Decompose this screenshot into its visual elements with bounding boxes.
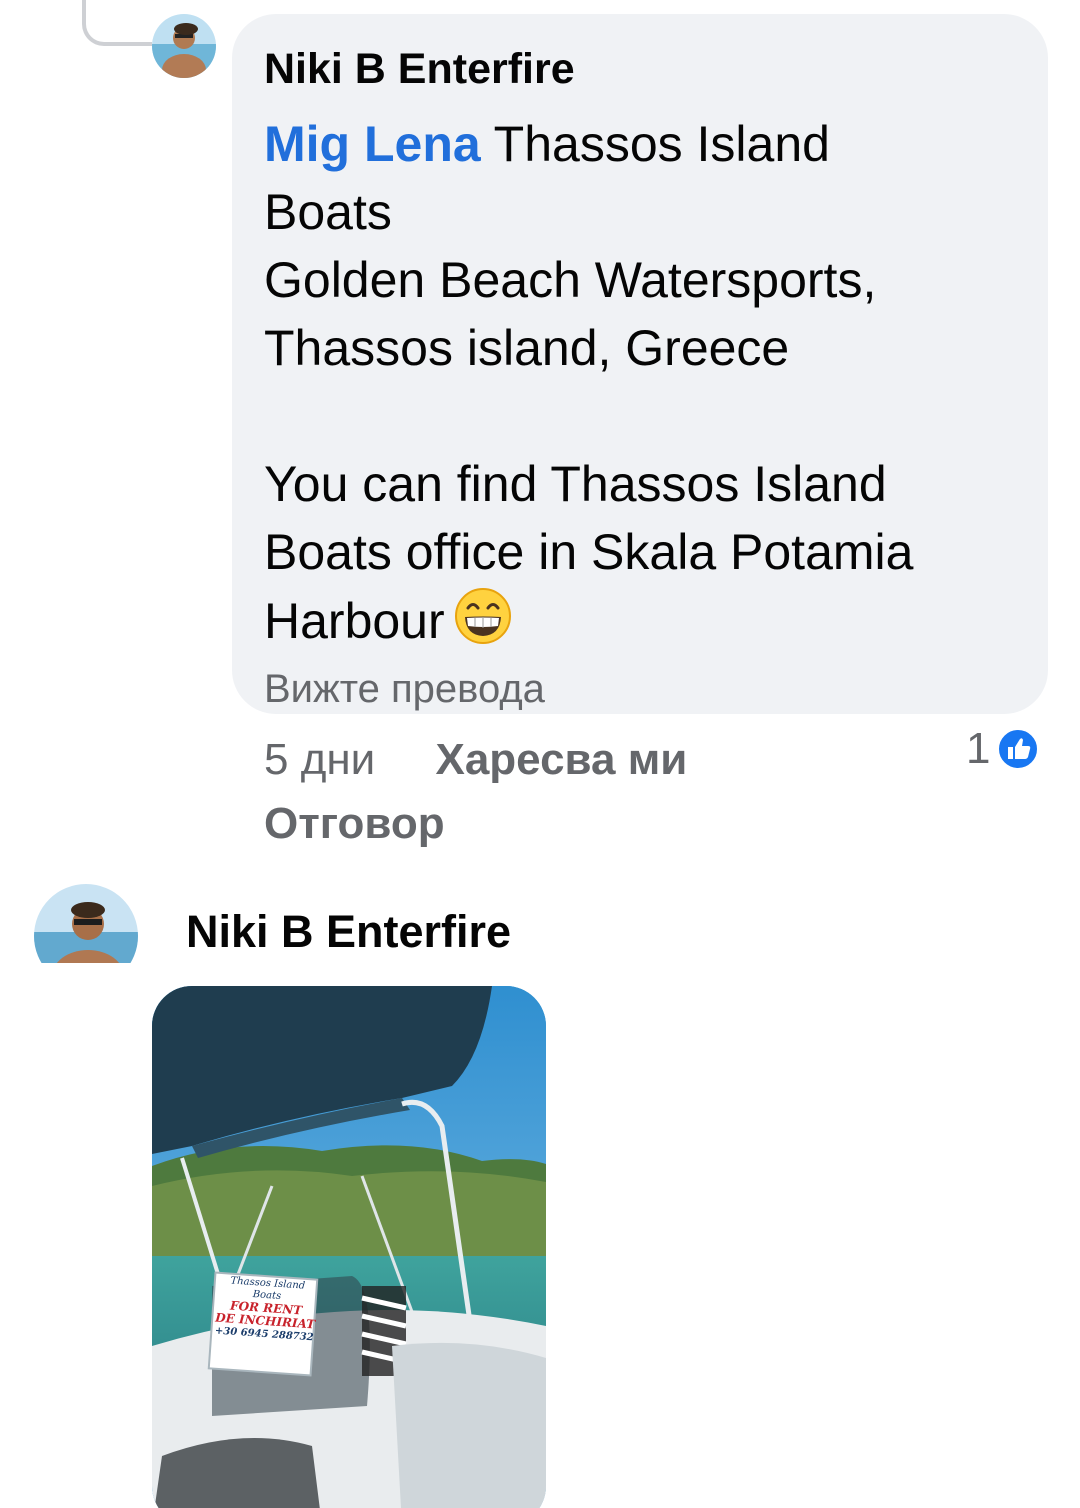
mention-link[interactable]: Mig Lena [264, 116, 481, 172]
comment-text: Mig Lena Thassos Island Boats Golden Bea… [264, 110, 1016, 655]
reaction-summary[interactable]: 1 [966, 724, 1040, 774]
comment-timestamp[interactable]: 5 дни [264, 735, 375, 784]
comment-author-name[interactable]: Niki B Enterfire [264, 44, 1016, 94]
avatar-photo [152, 14, 216, 78]
comment-body-text: Thassos Island Boats Golden Beach Waters… [264, 116, 914, 649]
commenter-avatar[interactable] [152, 14, 216, 78]
reply-thread-connector [82, 0, 152, 46]
attached-photo[interactable]: Thassos Island Boats FOR RENT DE INCHIRI… [152, 986, 546, 1508]
reply-button[interactable]: Отговор [264, 794, 445, 854]
grinning-face-emoji-icon [453, 586, 513, 646]
like-icon [996, 727, 1040, 771]
second-comment-author-name[interactable]: Niki B Enterfire [186, 904, 511, 960]
reaction-count: 1 [966, 724, 991, 773]
comment-actions: 5 дни Харесва ми [264, 730, 687, 790]
comment-bubble: Niki B Enterfire Mig Lena Thassos Island… [232, 14, 1048, 714]
like-button[interactable]: Харесва ми [435, 735, 687, 784]
boat-photo-image [152, 986, 546, 1508]
see-translation-link[interactable]: Вижте превода [264, 659, 1016, 719]
rental-sign: Thassos Island Boats FOR RENT DE INCHIRI… [214, 1275, 318, 1345]
second-commenter-avatar[interactable] [34, 884, 138, 964]
avatar-photo [34, 884, 138, 964]
